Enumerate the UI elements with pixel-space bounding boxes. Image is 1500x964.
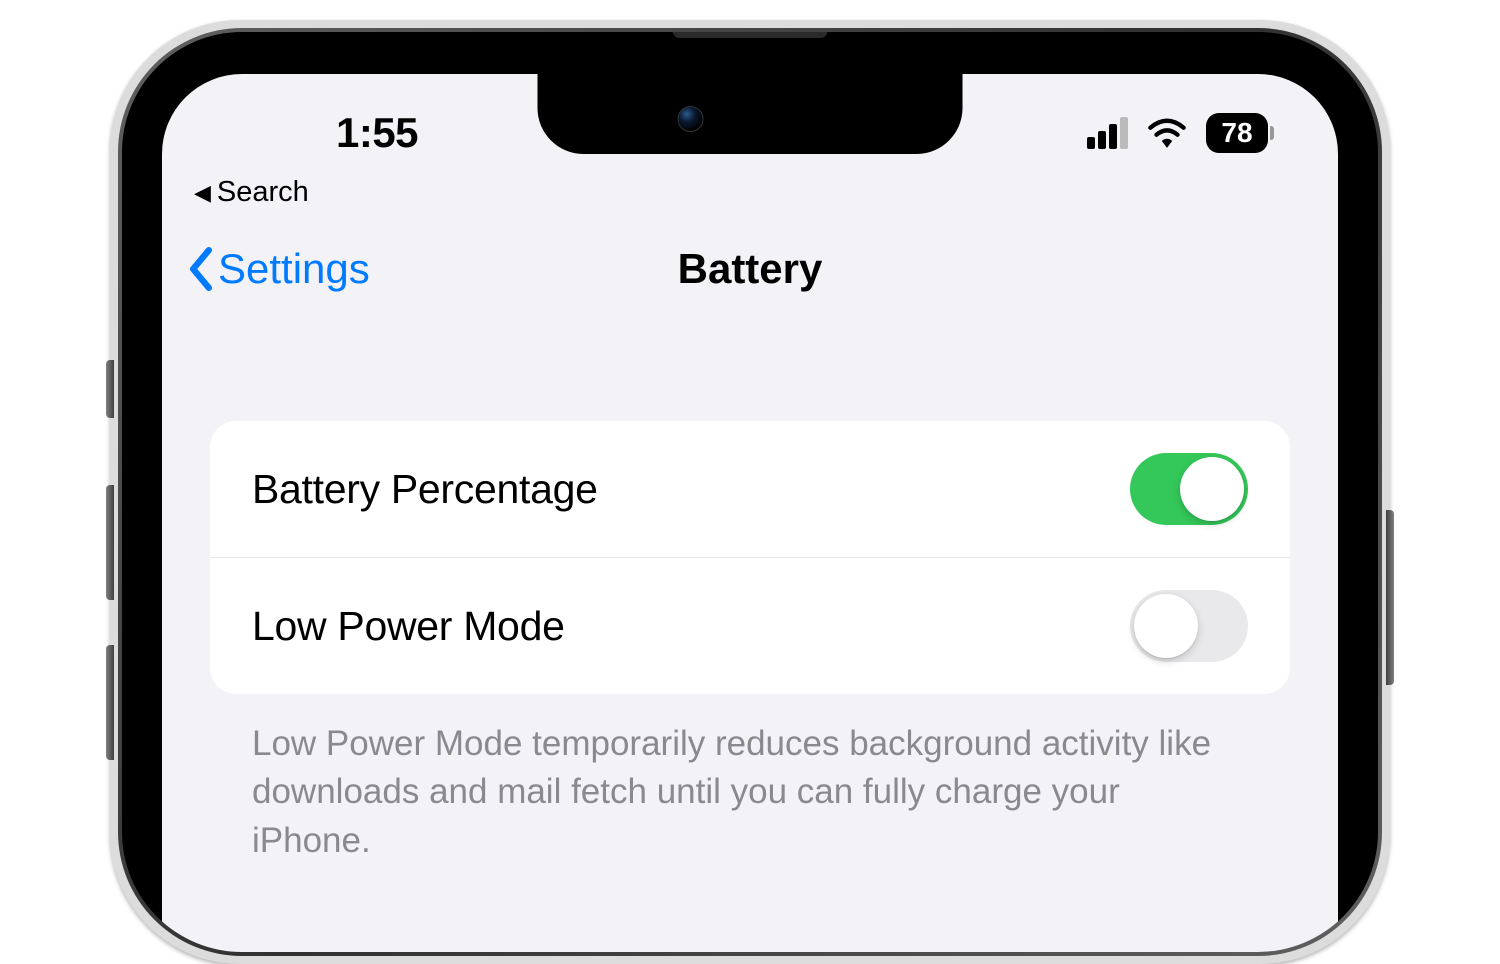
volume-down-button [106,645,114,760]
chevron-left-icon: ◀ [194,180,211,206]
front-camera [678,106,704,132]
content-area: Battery Percentage Low Power Mode [162,313,1338,865]
cellular-signal-icon [1087,117,1128,149]
screen: 1:55 [162,74,1338,952]
low-power-mode-toggle[interactable] [1130,590,1248,662]
battery-percentage-toggle[interactable] [1130,453,1248,525]
battery-percentage-row: Battery Percentage [210,421,1290,557]
breadcrumb-label: Search [217,176,309,209]
status-time: 1:55 [232,109,522,157]
breadcrumb-back[interactable]: ◀ Search [194,176,309,209]
battery-indicator: 78 [1206,113,1268,153]
setting-label: Low Power Mode [252,603,565,650]
back-button[interactable]: Settings [186,245,370,293]
toggle-knob [1134,594,1198,658]
chevron-left-icon [186,247,216,291]
navigation-bar: Settings Battery [162,209,1338,313]
setting-label: Battery Percentage [252,466,598,513]
phone-frame: 1:55 [110,20,1390,964]
settings-group: Battery Percentage Low Power Mode [210,421,1290,694]
battery-percentage-value: 78 [1221,117,1252,148]
earpiece-speaker [673,32,828,38]
mute-switch [106,360,114,418]
page-title: Battery [678,245,823,293]
power-button [1386,510,1394,685]
back-button-label: Settings [218,245,370,293]
volume-up-button [106,485,114,600]
notch [538,74,963,154]
low-power-mode-row: Low Power Mode [210,557,1290,694]
wifi-icon [1146,117,1188,149]
footer-description: Low Power Mode temporarily reduces backg… [210,694,1290,865]
toggle-knob [1180,457,1244,521]
